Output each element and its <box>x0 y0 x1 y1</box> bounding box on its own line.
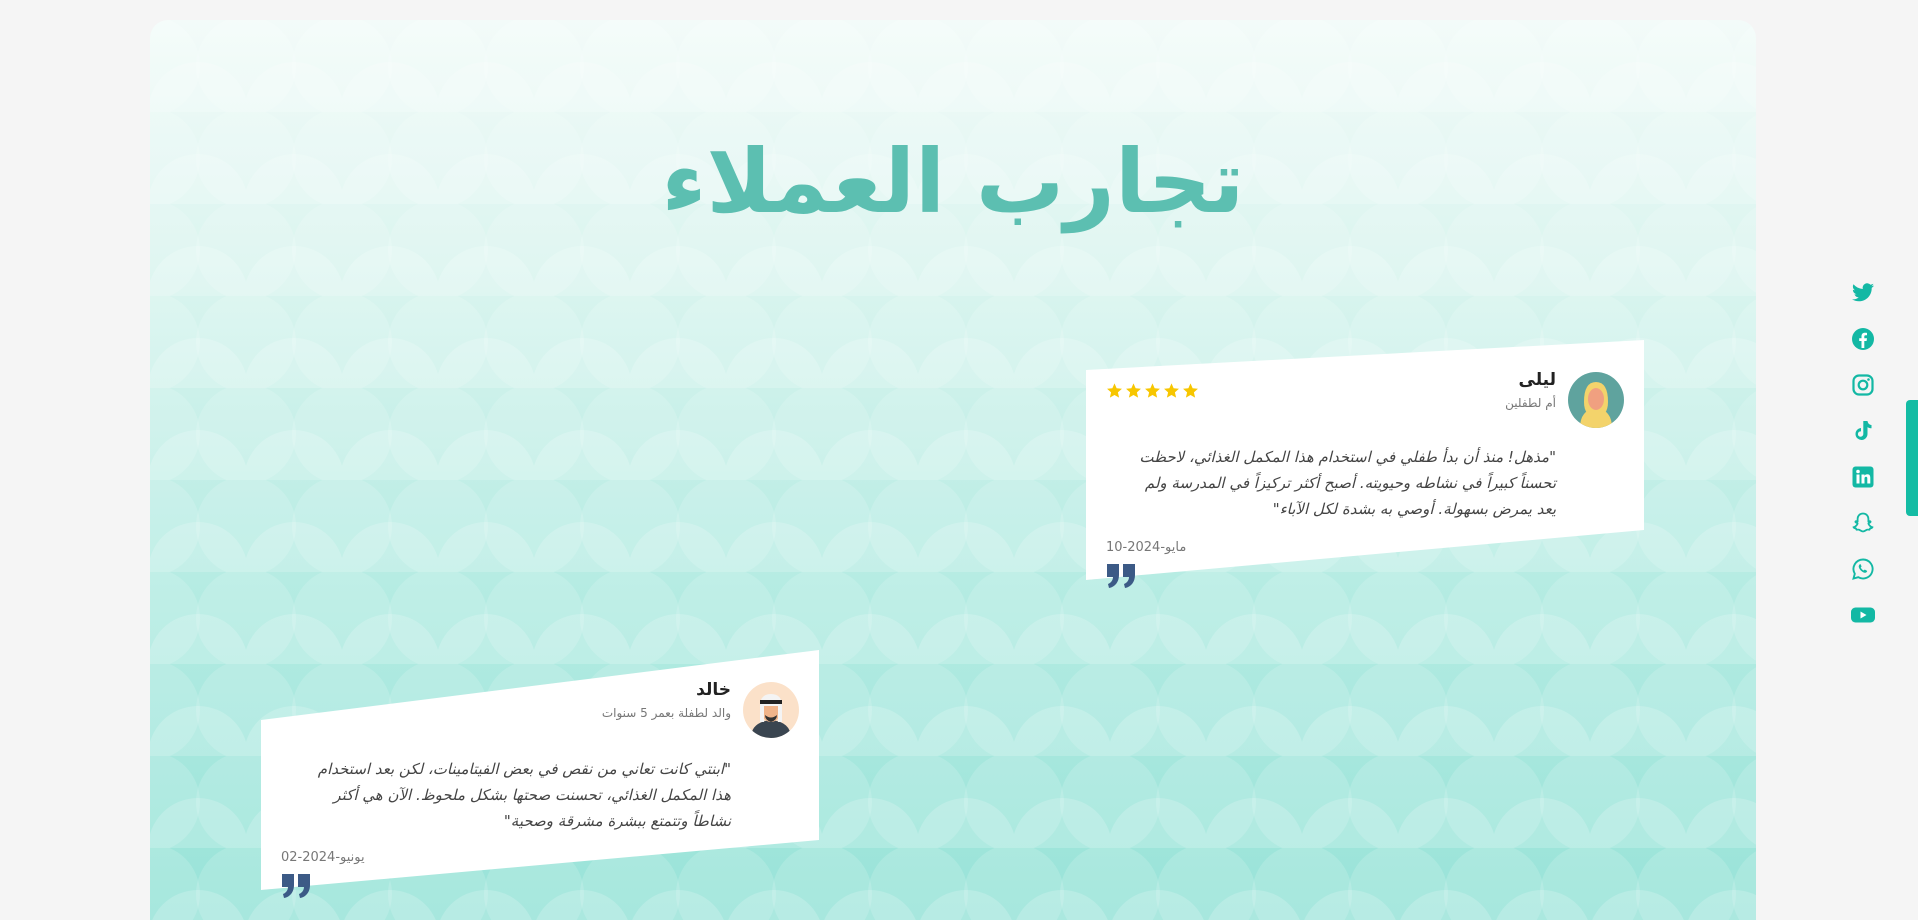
star-icon <box>1145 383 1160 398</box>
star-icon <box>1183 383 1198 398</box>
youtube-icon[interactable] <box>1850 602 1876 628</box>
testimonial-quote: "مذهل! منذ أن بدأ طفلي في استخدام هذا ال… <box>1139 448 1556 518</box>
woman-hijab-avatar-icon <box>1568 372 1624 428</box>
star-icon <box>1107 383 1122 398</box>
testimonial-date: 02-يونيو-2024 <box>281 850 365 865</box>
facebook-icon[interactable] <box>1850 326 1876 352</box>
quote-mark-icon <box>282 874 310 898</box>
twitter-icon[interactable] <box>1850 280 1876 306</box>
rating-stars <box>1106 382 1199 399</box>
snapchat-icon[interactable] <box>1850 510 1876 536</box>
testimonial-quote: "ابنتي كانت تعاني من نقص في بعض الفيتامي… <box>317 760 731 830</box>
whatsapp-icon[interactable] <box>1850 556 1876 582</box>
linkedin-icon[interactable] <box>1850 464 1876 490</box>
man-ghutra-avatar-icon <box>743 682 799 738</box>
reviewer-name: خالد <box>696 680 731 700</box>
tiktok-icon[interactable] <box>1850 418 1876 444</box>
social-links <box>1850 280 1876 628</box>
sidebar-tab[interactable] <box>1906 400 1918 516</box>
testimonial-date: 10-مايو-2024 <box>1106 540 1187 555</box>
star-icon <box>1126 383 1141 398</box>
instagram-icon[interactable] <box>1850 372 1876 398</box>
reviewer-role: والد لطفلة بعمر 5 سنوات <box>601 706 731 720</box>
quote-mark-icon <box>1107 564 1135 588</box>
section-title: تجارب العملاء <box>661 130 1245 233</box>
reviewer-role: أم لطفلين <box>1505 396 1556 410</box>
reviewer-name: ليلى <box>1518 370 1556 390</box>
star-icon <box>1164 383 1179 398</box>
